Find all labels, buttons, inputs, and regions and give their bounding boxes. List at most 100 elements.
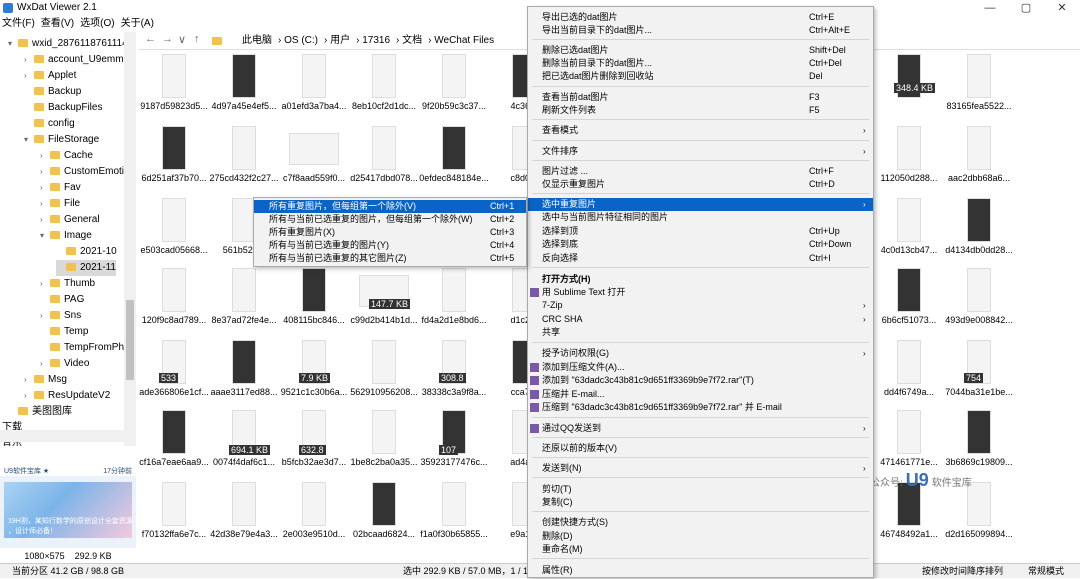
tree-item[interactable]: › ResUpdateV2 (24, 388, 110, 404)
tree-vertical-scrollbar[interactable] (124, 32, 136, 446)
context-menu-item[interactable]: 创建快捷方式(S) (528, 516, 873, 529)
context-menu-item[interactable]: 删除(D) (528, 530, 873, 543)
tree-item[interactable]: 2021-10 (56, 244, 117, 260)
expanded-arrow-icon[interactable]: ▾ (24, 132, 34, 148)
tree-item[interactable]: ▾ FileStorage (24, 132, 99, 148)
breadcrumb-item[interactable]: 此电脑 (242, 35, 272, 46)
tree-item[interactable]: ▾ wxid_2876118761114 (8, 36, 128, 52)
context-menu-item[interactable]: 压缩到 "63dadc3c43b81c9d651ff3369b9e7f72.ra… (528, 401, 873, 414)
context-menu-item[interactable]: 选择到顶 Ctrl+Up (528, 225, 873, 238)
context-menu-item[interactable]: 选中重复图片 › (528, 198, 873, 211)
menu-options[interactable]: 选项(O) (78, 16, 116, 32)
collapsed-arrow-icon[interactable]: › (24, 388, 34, 404)
menu-view[interactable]: 查看(V) (39, 16, 76, 32)
file-thumbnail[interactable]: 02bcaad6824... (349, 479, 419, 549)
file-thumbnail[interactable]: b5fcb32ae3d7... (279, 407, 349, 477)
context-menu-item[interactable]: 发送到(N) › (528, 462, 873, 475)
submenu-item[interactable]: 所有与当前已选重复的图片，但每组第一个除外(W) Ctrl+2 (254, 213, 526, 226)
tree-item[interactable]: 美图图库 (8, 404, 72, 420)
file-thumbnail[interactable]: 6d251af37b70... (139, 123, 209, 193)
tree-item[interactable]: › Msg (24, 372, 67, 388)
context-menu-item[interactable]: 授予访问权限(G) › (528, 347, 873, 360)
file-thumbnail[interactable]: 9187d59823d5... (139, 51, 209, 121)
context-menu-item[interactable]: 导出当前目录下的dat图片... Ctrl+Alt+E (528, 24, 873, 37)
context-menu-item[interactable]: 添加到 "63dadc3c43b81c9d651ff3369b9e7f72.ra… (528, 374, 873, 387)
file-thumbnail[interactable]: 1be8c2ba0a35... (349, 407, 419, 477)
tree-item[interactable]: ▾ Image (40, 228, 92, 244)
history-dropdown-icon[interactable]: ∨ (178, 33, 186, 46)
tree-item[interactable]: › account_U9emmn (24, 52, 129, 68)
context-menu-item[interactable]: 导出已选的dat图片 Ctrl+E (528, 11, 873, 24)
file-thumbnail[interactable]: 0074f4daf6c1... (209, 407, 279, 477)
collapsed-arrow-icon[interactable]: › (24, 52, 34, 68)
tree-item[interactable]: BackupFiles (24, 100, 102, 116)
file-thumbnail[interactable]: cf16a7eae6aa9... (139, 407, 209, 477)
tree-item[interactable]: › Video (40, 356, 89, 372)
file-thumbnail[interactable]: 6b6cf51073... (874, 265, 944, 335)
submenu-item[interactable]: 所有重复图片，但每组第一个除外(V) Ctrl+1 (254, 200, 526, 213)
file-thumbnail[interactable]: 0efdec848184e... (419, 123, 489, 193)
tree-item[interactable]: PAG (40, 292, 84, 308)
collapsed-arrow-icon[interactable]: › (24, 68, 34, 84)
file-thumbnail[interactable]: dd4f6749a... (874, 337, 944, 407)
context-menu-item[interactable]: 选择到底 Ctrl+Down (528, 238, 873, 251)
file-thumbnail[interactable]: 7044ba31e1be... (944, 337, 1014, 407)
file-thumbnail[interactable]: 4d97a45e4ef5... (209, 51, 279, 121)
file-thumbnail[interactable]: e503cad05668... (139, 195, 209, 265)
file-thumbnail[interactable]: 493d9e008842... (944, 265, 1014, 335)
file-thumbnail[interactable]: 4c0d13cb47... (874, 195, 944, 265)
file-thumbnail[interactable]: 9f20b59c3c37... (419, 51, 489, 121)
file-thumbnail[interactable]: 38338c3a9f8a... (419, 337, 489, 407)
breadcrumb-item[interactable]: 17316 (362, 35, 390, 46)
context-menu-item[interactable]: CRC SHA › (528, 313, 873, 326)
file-thumbnail[interactable]: 2e003e9510d... (279, 479, 349, 549)
file-thumbnail[interactable]: 8e37ad72fe4e... (209, 265, 279, 335)
forward-icon[interactable]: → (162, 33, 173, 45)
context-menu-item[interactable]: 文件排序 › (528, 145, 873, 158)
tree-item[interactable]: 2021-11 (56, 260, 116, 276)
tree-item[interactable]: › Thumb (40, 276, 95, 292)
tree-item[interactable]: › Fav (40, 180, 81, 196)
context-menu-item[interactable]: 反向选择 Ctrl+I (528, 252, 873, 265)
collapsed-arrow-icon[interactable]: › (40, 276, 50, 292)
file-thumbnail[interactable]: 42d38e79e4a3... (209, 479, 279, 549)
minimize-button[interactable]: — (972, 0, 1008, 16)
collapsed-arrow-icon[interactable]: › (40, 164, 50, 180)
file-thumbnail[interactable]: d25417dbd078... (349, 123, 419, 193)
tree-item[interactable]: › File (40, 196, 80, 212)
context-menu-item[interactable]: 共享 (528, 326, 873, 339)
menu-file[interactable]: 文件(F) (0, 16, 37, 32)
tree-item[interactable]: Backup (24, 84, 81, 100)
context-menu-item[interactable]: 还原以前的版本(V) (528, 442, 873, 455)
context-menu-item[interactable]: 压缩并 E-mail... (528, 388, 873, 401)
file-thumbnail[interactable]: ade366806e1cf... (139, 337, 209, 407)
context-menu-item[interactable]: 重命名(M) (528, 543, 873, 556)
context-menu-item[interactable]: 选中与当前图片特征相同的图片 (528, 211, 873, 224)
submenu-item[interactable]: 所有重复图片(X) Ctrl+3 (254, 226, 526, 239)
file-thumbnail[interactable]: aac2dbb68a6... (944, 123, 1014, 193)
context-menu-item[interactable]: 添加到压缩文件(A)... (528, 361, 873, 374)
file-thumbnail[interactable]: 3b6869c19809... (944, 407, 1014, 477)
context-menu-item[interactable]: 7-Zip › (528, 299, 873, 312)
tree-item[interactable]: TempFromPho (40, 340, 130, 356)
tree-scroll-thumb[interactable] (126, 300, 134, 380)
context-menu-item[interactable]: 图片过滤 ... Ctrl+F (528, 165, 873, 178)
context-menu-item[interactable]: 查看模式 › (528, 124, 873, 137)
context-menu-item[interactable]: 剪切(T) (528, 483, 873, 496)
file-thumbnail[interactable]: 112050d288... (874, 123, 944, 193)
file-thumbnail[interactable]: 120f9c8ad789... (139, 265, 209, 335)
file-thumbnail[interactable]: 35923177476c... (419, 407, 489, 477)
context-menu-item[interactable]: 属性(R) (528, 564, 873, 577)
tree-item[interactable]: › CustomEmotic (40, 164, 129, 180)
file-thumbnail[interactable]: a01efd3a7ba4... (279, 51, 349, 121)
file-thumbnail[interactable]: 408115bc846... (279, 265, 349, 335)
tree-item[interactable]: Temp (40, 324, 88, 340)
tree-item[interactable]: › Sns (40, 308, 81, 324)
tree-item[interactable]: › General (40, 212, 100, 228)
tree-item[interactable]: › Applet (24, 68, 76, 84)
tree-item[interactable]: config (24, 116, 75, 132)
file-thumbnail[interactable]: 8eb10cf2d1dc... (349, 51, 419, 121)
breadcrumb-item[interactable]: WeChat Files (434, 35, 494, 46)
collapsed-arrow-icon[interactable]: › (40, 180, 50, 196)
breadcrumb-item[interactable]: OS (C:) (284, 35, 318, 46)
